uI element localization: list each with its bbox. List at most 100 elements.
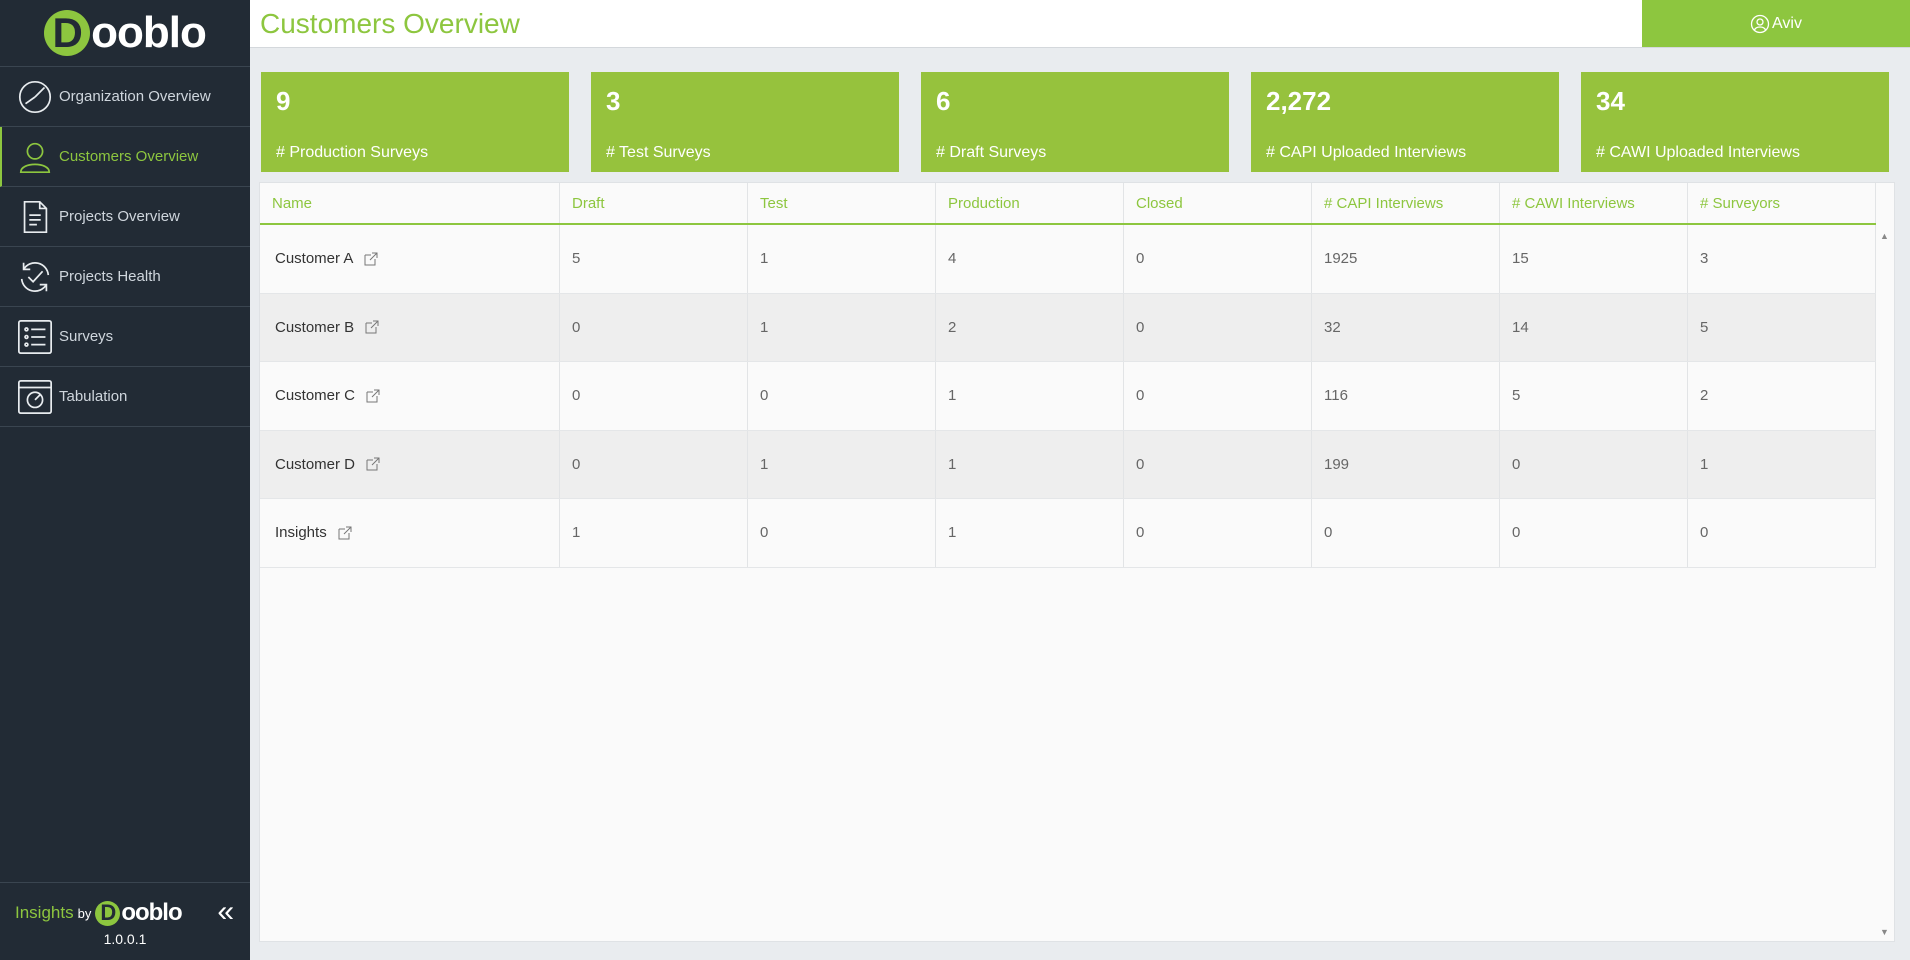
sidebar-item-organization-overview[interactable]: Organization Overview (0, 67, 250, 127)
table-row: Customer C 0 0 1 0 116 5 2 (260, 362, 1876, 431)
sidebar-item-customers-overview[interactable]: Customers Overview (0, 127, 250, 187)
user-menu-button[interactable]: Aviv (1642, 0, 1910, 47)
sidebar-item-label: Organization Overview (59, 88, 211, 105)
cell-closed: 0 (1124, 499, 1312, 567)
sidebar-item-label: Projects Health (59, 268, 161, 285)
cell-name: Insights (260, 499, 560, 567)
brand-dooblo-logo: Dooblo (95, 899, 183, 927)
cell-surveyors: 3 (1688, 225, 1876, 293)
cell-production: 1 (936, 362, 1124, 430)
card-value: 34 (1596, 86, 1625, 116)
cell-draft: 0 (560, 362, 748, 430)
scroll-up-icon[interactable]: ▲ (1880, 231, 1889, 241)
cell-value: 0 (760, 524, 769, 542)
sidebar-item-projects-health[interactable]: Projects Health (0, 247, 250, 307)
cell-cawi-interviews: 0 (1500, 430, 1688, 498)
column-header-surveyors[interactable]: # Surveyors (1688, 183, 1876, 223)
column-header-closed[interactable]: Closed (1124, 183, 1312, 223)
cell-name: Customer B (260, 293, 560, 361)
cell-value: 5 (1700, 318, 1709, 336)
stat-card-test-surveys: 3 # Test Surveys (591, 72, 899, 172)
cell-draft: 0 (560, 293, 748, 361)
pie-chart-icon (14, 76, 56, 118)
tabulation-icon (14, 376, 56, 418)
column-header-draft[interactable]: Draft (560, 183, 748, 223)
card-label: # CAPI Uploaded Interviews (1266, 144, 1467, 161)
cell-value: 0 (572, 318, 581, 336)
column-header-production[interactable]: Production (936, 183, 1124, 223)
cell-value: 0 (1512, 455, 1521, 473)
cell-value: 1925 (1324, 250, 1358, 268)
cell-name: Customer D (260, 430, 560, 498)
logo-rest: ooblo (91, 8, 207, 57)
collapse-sidebar-button[interactable]: « (217, 897, 234, 927)
cell-name: Customer C (260, 362, 560, 430)
cell-surveyors: 1 (1688, 430, 1876, 498)
insights-brand: Insights by Dooblo (15, 899, 183, 927)
cell-value: 32 (1324, 318, 1341, 336)
cell-value: 5 (572, 250, 581, 268)
card-label: # CAWI Uploaded Interviews (1596, 144, 1800, 161)
cell-draft: 0 (560, 430, 748, 498)
column-header-cawi-interviews[interactable]: # CAWI Interviews (1500, 183, 1688, 223)
cell-value: 199 (1324, 455, 1350, 473)
sidebar-item-tabulation[interactable]: Tabulation (0, 367, 250, 427)
sidebar-item-projects-overview[interactable]: Projects Overview (0, 187, 250, 247)
customer-name: Customer C (275, 387, 356, 405)
table-scrollbar[interactable]: ▲ ▼ (1876, 225, 1894, 941)
cell-cawi-interviews: 15 (1500, 225, 1688, 293)
sidebar-item-surveys[interactable]: Surveys (0, 307, 250, 367)
external-link-icon[interactable] (364, 319, 380, 335)
scroll-down-icon[interactable]: ▼ (1880, 927, 1889, 937)
logo-initial: D (44, 9, 91, 56)
cell-test: 1 (748, 225, 936, 293)
brand-logo-initial: D (95, 900, 121, 926)
cell-value: 4 (948, 250, 957, 268)
cell-closed: 0 (1124, 225, 1312, 293)
column-header-capi-interviews[interactable]: # CAPI Interviews (1312, 183, 1500, 223)
cell-value: 0 (1324, 524, 1333, 542)
cell-value: 1 (760, 318, 769, 336)
cell-value: 1 (948, 524, 957, 542)
cell-value: 0 (760, 387, 769, 405)
cell-closed: 0 (1124, 362, 1312, 430)
external-link-icon[interactable] (365, 456, 381, 472)
page-header: Customers Overview Aviv (250, 0, 1910, 48)
column-header-test[interactable]: Test (748, 183, 936, 223)
cell-value: 3 (1700, 250, 1709, 268)
stat-card-production-surveys: 9 # Production Surveys (261, 72, 569, 172)
customer-name: Customer D (275, 455, 356, 473)
cell-value: 15 (1512, 250, 1529, 268)
user-circle-icon (1750, 14, 1770, 33)
cell-production: 1 (936, 430, 1124, 498)
external-link-icon[interactable] (363, 251, 379, 267)
table-body: Customer A 5 1 4 0 1925 15 3 Customer B 0 1 2 0 32 14 5… (260, 225, 1876, 568)
cell-production: 2 (936, 293, 1124, 361)
cell-value: 2 (948, 318, 957, 336)
cell-value: 1 (1700, 455, 1709, 473)
card-value: 6 (936, 86, 951, 116)
customer-name: Insights (275, 524, 327, 542)
column-header-name[interactable]: Name (260, 183, 560, 223)
cell-capi-interviews: 1925 (1312, 225, 1500, 293)
sidebar-item-label: Surveys (59, 328, 114, 345)
cell-test: 0 (748, 499, 936, 567)
page-title: Customers Overview (260, 8, 520, 39)
table-header: Name Draft Test Production Closed # CAPI… (260, 183, 1876, 225)
cell-value: 0 (1512, 524, 1521, 542)
card-value: 9 (276, 86, 291, 116)
cell-value: 0 (1136, 387, 1145, 405)
list-icon (14, 316, 56, 358)
dooblo-logo[interactable]: Dooblo (0, 0, 250, 66)
cell-cawi-interviews: 0 (1500, 499, 1688, 567)
sidebar-item-label: Tabulation (59, 388, 128, 405)
cell-value: 1 (572, 524, 581, 542)
cell-surveyors: 5 (1688, 293, 1876, 361)
table-row: Customer A 5 1 4 0 1925 15 3 (260, 225, 1876, 294)
external-link-icon[interactable] (365, 388, 381, 404)
version-label: 1.0.0.1 (103, 931, 147, 947)
cell-value: 1 (760, 250, 769, 268)
sidebar-nav: Organization Overview Customers Overview… (0, 66, 250, 427)
external-link-icon[interactable] (337, 525, 353, 541)
sidebar: Dooblo Organization Overview Customers O… (0, 0, 250, 960)
